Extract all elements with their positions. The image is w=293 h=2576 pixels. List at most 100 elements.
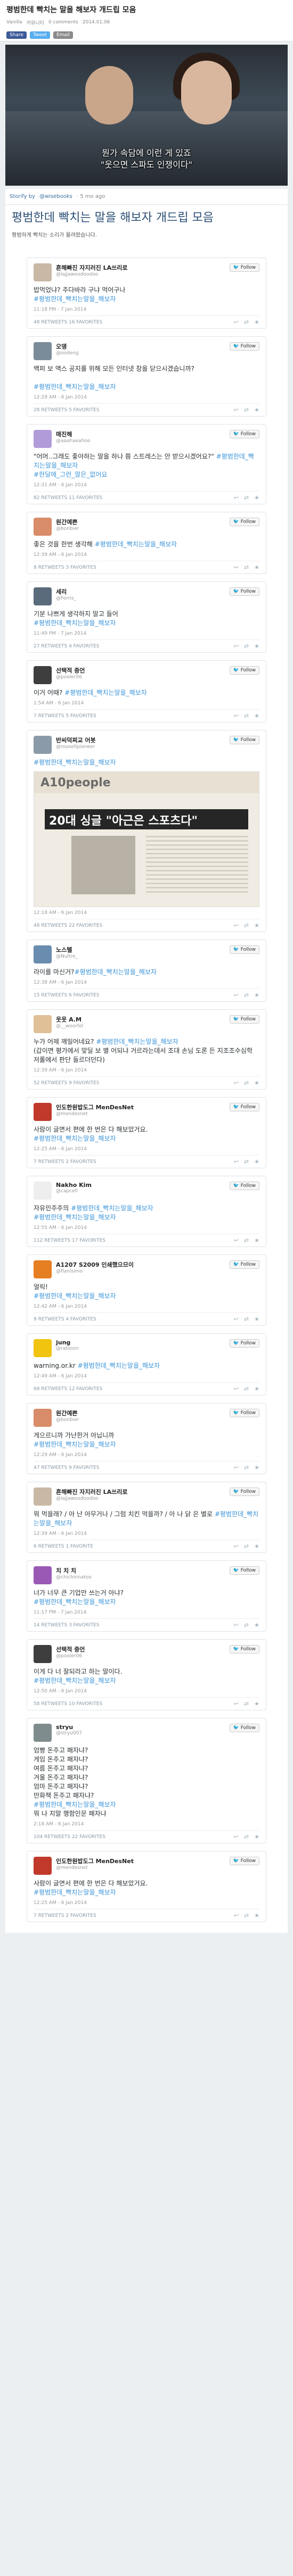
- retweet-icon[interactable]: ⇄: [244, 922, 249, 929]
- author-handle[interactable]: @aaahaeahoo: [56, 438, 225, 444]
- avatar[interactable]: [34, 1857, 52, 1875]
- retweet-icon[interactable]: ⇄: [244, 1833, 249, 1840]
- follow-button[interactable]: 🐦 Follow: [229, 263, 259, 272]
- author-name[interactable]: 흔해빠진 자지러진 LA쓰리로: [56, 1488, 225, 1496]
- hashtag-link[interactable]: #평범한데_빡치는말을_해보자: [71, 1204, 153, 1212]
- reply-icon[interactable]: ↩: [234, 1464, 239, 1471]
- storify-author-link[interactable]: @wisebooks: [39, 194, 72, 200]
- retweet-icon[interactable]: ⇄: [244, 1464, 249, 1471]
- follow-button[interactable]: 🐦 Follow: [229, 587, 259, 596]
- author-name[interactable]: 매진해: [56, 430, 225, 438]
- hashtag-link[interactable]: #평범한데_빡치는말을_해보자: [95, 541, 177, 548]
- hashtag-link[interactable]: #평범한데_빡치는말을_해보자: [64, 689, 147, 696]
- tweet-timestamp[interactable]: 2:18 AM - 6 Jan 2014: [34, 1822, 259, 1830]
- tweet-timestamp[interactable]: 12:25 AM - 6 Jan 2014: [34, 1900, 259, 1909]
- avatar[interactable]: [34, 1566, 52, 1584]
- avatar[interactable]: [34, 736, 52, 754]
- author-handle[interactable]: @capcell: [56, 1189, 225, 1194]
- reply-icon[interactable]: ↩: [234, 1237, 239, 1244]
- tweet-timestamp[interactable]: 11:18 PM - 7 Jan 2014: [34, 307, 259, 315]
- author-name[interactable]: 오뎅: [56, 342, 225, 351]
- hashtag-link[interactable]: #평범한데_빡치는말을_해보자: [96, 1038, 178, 1045]
- retweet-icon[interactable]: ⇄: [244, 992, 249, 999]
- avatar[interactable]: [34, 518, 52, 536]
- author-handle[interactable]: @mendesnet: [56, 1865, 225, 1871]
- avatar[interactable]: [34, 1339, 52, 1357]
- hashtag-link[interactable]: #평범한데_빡치는말을_해보자: [34, 1135, 116, 1142]
- favorite-icon[interactable]: ★: [254, 1833, 259, 1840]
- reply-icon[interactable]: ↩: [234, 1833, 239, 1840]
- favorite-icon[interactable]: ★: [254, 319, 259, 326]
- author-name[interactable]: 웃웃 A.M: [56, 1015, 225, 1024]
- reply-icon[interactable]: ↩: [234, 319, 239, 326]
- hashtag-link[interactable]: #평범한데_빡치는말을_해보자: [34, 1677, 116, 1684]
- avatar[interactable]: [34, 1015, 52, 1033]
- favorite-icon[interactable]: ★: [254, 1912, 259, 1919]
- tweet-timestamp[interactable]: 12:49 AM - 6 Jan 2014: [34, 1374, 259, 1382]
- author-name[interactable]: 선택적 증언: [56, 1645, 225, 1653]
- reply-icon[interactable]: ↩: [234, 992, 239, 999]
- author-name[interactable]: jung: [56, 1339, 225, 1346]
- tweet-timestamp[interactable]: 11:49 PM - 7 Jan 2014: [34, 631, 259, 639]
- follow-button[interactable]: 🐦 Follow: [229, 1103, 259, 1111]
- retweet-icon[interactable]: ⇄: [244, 1385, 249, 1392]
- favorite-icon[interactable]: ★: [254, 1237, 259, 1244]
- reply-icon[interactable]: ↩: [234, 406, 239, 413]
- follow-button[interactable]: 🐦 Follow: [229, 1260, 259, 1269]
- author-handle[interactable]: @bonbier: [56, 1417, 225, 1423]
- author-name[interactable]: 선택적 증언: [56, 666, 225, 675]
- hashtag-link[interactable]: #평범한데_빡치는말을_해보자: [34, 383, 116, 390]
- avatar[interactable]: [34, 1260, 52, 1278]
- tweet-timestamp[interactable]: 12:29 AM - 6 Jan 2014: [34, 1452, 259, 1461]
- reply-icon[interactable]: ↩: [234, 643, 239, 650]
- tweet-timestamp[interactable]: 12:39 AM - 6 Jan 2014: [34, 552, 259, 561]
- hashtag-link[interactable]: #평범한데_빡치는말을_해보자: [34, 1292, 116, 1300]
- favorite-icon[interactable]: ★: [254, 992, 259, 999]
- author-handle[interactable]: @ratiosin: [56, 1346, 225, 1351]
- author-name[interactable]: 흔해빠진 자지러진 LA쓰리로: [56, 263, 225, 272]
- favorite-icon[interactable]: ★: [254, 1079, 259, 1086]
- post-meta-item[interactable]: 0 comments: [48, 20, 78, 25]
- follow-button[interactable]: 🐦 Follow: [229, 1566, 259, 1575]
- author-handle[interactable]: @bonbier: [56, 526, 225, 531]
- favorite-icon[interactable]: ★: [254, 1543, 259, 1550]
- hashtag-link[interactable]: #한달에_그런_말은_없어요: [34, 471, 107, 478]
- follow-button[interactable]: 🐦 Follow: [229, 666, 259, 675]
- follow-button[interactable]: 🐦 Follow: [229, 1339, 259, 1348]
- author-name[interactable]: 세리: [56, 587, 225, 596]
- favorite-icon[interactable]: ★: [254, 922, 259, 929]
- author-handle[interactable]: @__woorfel: [56, 1024, 225, 1029]
- retweet-icon[interactable]: ⇄: [244, 1158, 249, 1165]
- hashtag-link[interactable]: #평범한데_빡치는말을_해보자: [74, 968, 157, 976]
- retweet-icon[interactable]: ⇄: [244, 1316, 249, 1323]
- author-handle[interactable]: @Ferris_: [56, 596, 225, 601]
- follow-button[interactable]: 🐦 Follow: [229, 1015, 259, 1024]
- retweet-icon[interactable]: ⇄: [244, 1543, 249, 1550]
- retweet-icon[interactable]: ⇄: [244, 643, 249, 650]
- avatar[interactable]: [34, 342, 52, 360]
- retweet-icon[interactable]: ⇄: [244, 406, 249, 413]
- follow-button[interactable]: 🐦 Follow: [229, 1488, 259, 1496]
- retweet-icon[interactable]: ⇄: [244, 1700, 249, 1707]
- author-handle[interactable]: @pooler06: [56, 675, 225, 680]
- retweet-icon[interactable]: ⇄: [244, 319, 249, 326]
- tweet-timestamp[interactable]: 12:29 AM - 6 Jan 2014: [34, 395, 259, 403]
- author-handle[interactable]: @lajjawoodoodoo: [56, 1496, 225, 1501]
- reply-icon[interactable]: ↩: [234, 1622, 239, 1628]
- tweet-timestamp[interactable]: 12:31 AM - 6 Jan 2014: [34, 483, 259, 491]
- favorite-icon[interactable]: ★: [254, 1158, 259, 1165]
- author-name[interactable]: Nakho Kim: [56, 1182, 225, 1189]
- author-name[interactable]: A1207 S2009 인쇄했으므이: [56, 1260, 225, 1269]
- hashtag-link[interactable]: #평범한데_빡치는말을_해보자: [34, 619, 116, 627]
- follow-button[interactable]: 🐦 Follow: [229, 945, 259, 954]
- tweet-timestamp[interactable]: 12:55 AM - 6 Jan 2014: [34, 1225, 259, 1234]
- author-handle[interactable]: @Nultre_: [56, 954, 225, 959]
- hashtag-link[interactable]: #평범한데_빡치는말을_해보자: [34, 1889, 116, 1896]
- author-name[interactable]: 원간예쁜: [56, 1409, 225, 1417]
- favorite-icon[interactable]: ★: [254, 1700, 259, 1707]
- avatar[interactable]: [34, 666, 52, 684]
- favorite-icon[interactable]: ★: [254, 1464, 259, 1471]
- follow-button[interactable]: 🐦 Follow: [229, 736, 259, 744]
- author-name[interactable]: 반씨덕찌교 어봇: [56, 736, 225, 744]
- follow-button[interactable]: 🐦 Follow: [229, 1857, 259, 1865]
